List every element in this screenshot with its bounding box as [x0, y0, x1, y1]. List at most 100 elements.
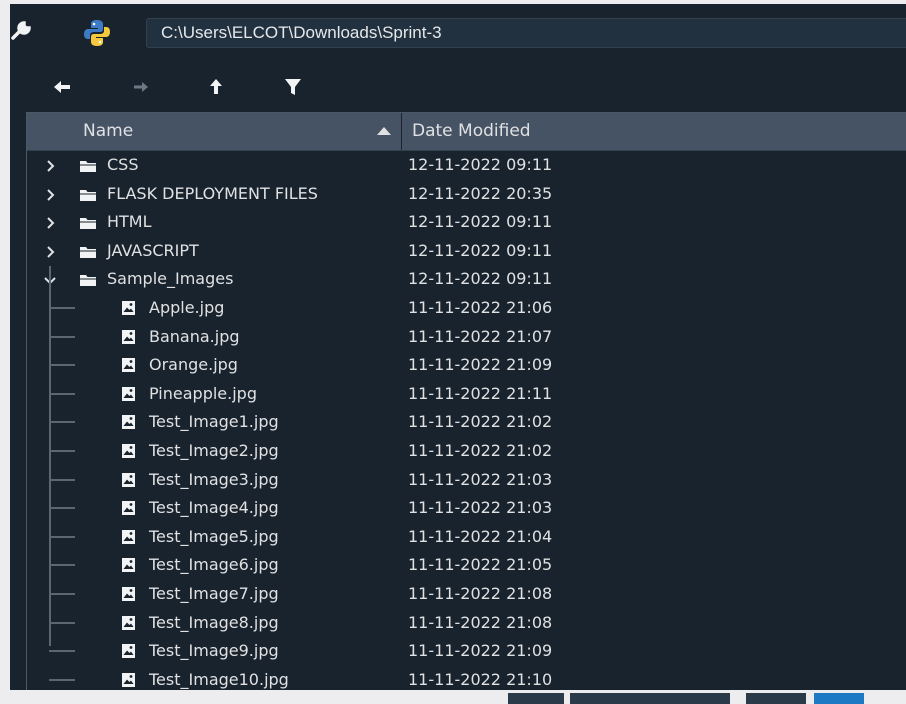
image-file-icon	[121, 414, 136, 430]
file-name: Pineapple.jpg	[149, 383, 257, 403]
date-modified: 11-11-2022 21:03	[408, 469, 553, 489]
tree-row-file[interactable]: Banana.jpg 11-11-2022 21:07	[27, 323, 906, 352]
image-file-icon	[121, 300, 136, 316]
tree-row-folder[interactable]: Sample_Images 12-11-2022 09:11	[27, 265, 906, 294]
tree-row-file[interactable]: Test_Image3.jpg 11-11-2022 21:03	[27, 466, 906, 495]
folder-name: CSS	[107, 155, 139, 174]
tree-guide-branch	[49, 421, 75, 424]
file-explorer-window: C:\Users\ELCOT\Downloads\Sprint-3 Name D…	[0, 0, 906, 704]
date-modified: 12-11-2022 09:11	[408, 269, 553, 289]
column-header-date-modified[interactable]: Date Modified	[402, 113, 906, 150]
tree-row-folder[interactable]: CSS 12-11-2022 09:11	[27, 151, 906, 180]
tree-guide-branch	[49, 564, 75, 567]
image-file-icon	[121, 472, 136, 488]
file-name: Test_Image3.jpg	[149, 469, 279, 489]
arrow-right-icon[interactable]	[128, 76, 154, 98]
tree-guide-branch	[49, 650, 75, 653]
tree-guide-branch	[49, 364, 75, 367]
file-name: Test_Image5.jpg	[149, 526, 279, 546]
date-modified: 12-11-2022 09:11	[408, 240, 553, 260]
date-modified: 11-11-2022 21:09	[408, 641, 553, 661]
status-block	[570, 693, 730, 704]
wrench-icon[interactable]	[10, 20, 32, 42]
tree-row-file[interactable]: Test_Image6.jpg 11-11-2022 21:05	[27, 551, 906, 580]
tree-row-file[interactable]: Test_Image9.jpg 11-11-2022 21:09	[27, 637, 906, 666]
date-modified: 11-11-2022 21:11	[408, 383, 553, 403]
image-file-icon	[121, 529, 136, 545]
file-name: Test_Image9.jpg	[149, 641, 279, 661]
tree-guide-branch	[49, 392, 75, 395]
image-file-icon	[121, 500, 136, 516]
chevron-right-icon[interactable]	[43, 244, 57, 258]
status-block-active[interactable]	[814, 693, 864, 704]
folder-icon	[79, 215, 97, 230]
date-modified: 12-11-2022 09:11	[408, 212, 553, 232]
path-bar: C:\Users\ELCOT\Downloads\Sprint-3	[10, 4, 906, 60]
tree-row-file[interactable]: Test_Image4.jpg 11-11-2022 21:03	[27, 494, 906, 523]
tree-row-file[interactable]: Pineapple.jpg 11-11-2022 21:11	[27, 380, 906, 409]
image-file-icon	[121, 557, 136, 573]
chevron-right-icon[interactable]	[43, 215, 57, 229]
image-file-icon	[121, 615, 136, 631]
folder-name: Sample_Images	[107, 269, 234, 289]
file-tree-panel: Name Date Modified CSS 12-11-2022 09:11 FL…	[26, 112, 906, 692]
tree-row-file[interactable]: Test_Image8.jpg 11-11-2022 21:08	[27, 609, 906, 638]
image-file-icon	[121, 586, 136, 602]
tree-row-folder[interactable]: JAVASCRIPT 12-11-2022 09:11	[27, 237, 906, 266]
navigation-toolbar	[10, 60, 906, 114]
chevron-right-icon[interactable]	[43, 187, 57, 201]
file-name: Test_Image1.jpg	[149, 412, 279, 432]
status-block	[746, 693, 806, 704]
date-modified: 12-11-2022 20:35	[408, 183, 553, 203]
folder-icon	[79, 272, 97, 287]
filter-icon[interactable]	[280, 76, 306, 98]
image-file-icon	[121, 443, 136, 459]
date-modified: 12-11-2022 09:11	[408, 155, 553, 174]
tree-guide-branch	[49, 593, 75, 595]
date-modified: 11-11-2022 21:09	[408, 355, 553, 375]
arrow-left-icon[interactable]	[50, 76, 76, 98]
date-modified: 11-11-2022 21:08	[408, 612, 553, 632]
date-modified: 11-11-2022 21:10	[408, 669, 553, 689]
image-file-icon	[121, 672, 136, 688]
file-name: Orange.jpg	[149, 355, 238, 375]
image-file-icon	[121, 357, 136, 373]
image-file-icon	[121, 329, 136, 345]
status-strip	[480, 693, 906, 704]
folder-name: JAVASCRIPT	[107, 240, 199, 260]
file-name: Test_Image2.jpg	[149, 441, 279, 460]
folder-icon	[79, 158, 97, 172]
arrow-up-icon[interactable]	[203, 76, 229, 98]
sort-ascending-icon	[377, 127, 391, 135]
tree-guide-branch	[49, 307, 75, 309]
tree-guide-branch	[49, 678, 75, 681]
date-modified: 11-11-2022 21:08	[408, 584, 553, 603]
tree-row-file[interactable]: Test_Image10.jpg 11-11-2022 21:10	[27, 666, 906, 691]
tree-guide-branch	[49, 535, 75, 538]
tree-guide-line	[49, 266, 51, 646]
tree-row-folder[interactable]: HTML 12-11-2022 09:11	[27, 208, 906, 237]
file-name: Test_Image7.jpg	[149, 584, 279, 603]
column-header: Name Date Modified	[27, 113, 906, 151]
tree-guide-branch	[49, 507, 75, 510]
path-field[interactable]: C:\Users\ELCOT\Downloads\Sprint-3	[146, 18, 906, 48]
status-block	[508, 693, 564, 704]
python-logo-icon	[82, 18, 112, 48]
folder-icon	[79, 244, 97, 258]
tree-row-file[interactable]: Apple.jpg 11-11-2022 21:06	[27, 294, 906, 323]
tree-row-file[interactable]: Test_Image2.jpg 11-11-2022 21:02	[27, 437, 906, 466]
image-file-icon	[121, 643, 136, 659]
tree-row-file[interactable]: Test_Image1.jpg 11-11-2022 21:02	[27, 408, 906, 437]
date-modified: 11-11-2022 21:04	[408, 526, 553, 546]
tree-guide-branch	[49, 621, 75, 624]
column-header-name[interactable]: Name	[27, 113, 401, 150]
chevron-right-icon[interactable]	[43, 158, 57, 172]
tree-guide-branch	[49, 335, 75, 338]
tree-row-file[interactable]: Orange.jpg 11-11-2022 21:09	[27, 351, 906, 380]
tree-row-folder[interactable]: FLASK DEPLOYMENT FILES 12-11-2022 20:35	[27, 180, 906, 209]
tree-row-file[interactable]: Test_Image5.jpg 11-11-2022 21:04	[27, 523, 906, 552]
file-name: Banana.jpg	[149, 326, 240, 346]
folder-name: HTML	[107, 212, 152, 232]
tree-row-file[interactable]: Test_Image7.jpg 11-11-2022 21:08	[27, 580, 906, 609]
window-edge	[0, 0, 10, 704]
